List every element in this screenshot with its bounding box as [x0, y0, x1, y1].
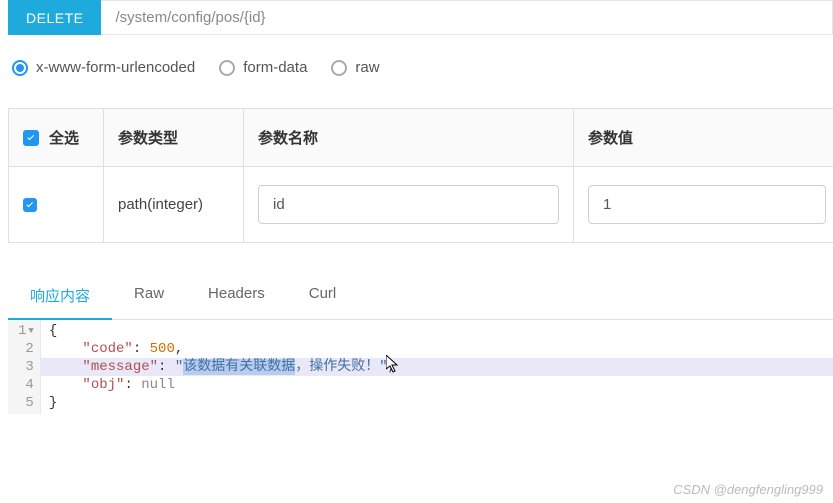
request-bar: DELETE	[8, 0, 833, 35]
code-body[interactable]: { "code": 500, "message": "该数据有关联数据，操作失败…	[41, 320, 833, 414]
radio-label: raw	[355, 59, 379, 76]
row-value-cell	[574, 167, 833, 242]
checkbox-icon[interactable]	[23, 198, 37, 212]
radio-icon	[12, 60, 28, 76]
row-name-cell	[244, 167, 574, 242]
radio-formdata[interactable]: form-data	[219, 59, 307, 76]
code-line[interactable]: "message": "该数据有关联数据，操作失败！",	[41, 358, 833, 376]
radio-urlencoded[interactable]: x-www-form-urlencoded	[12, 59, 195, 76]
header-select-all[interactable]: 全选	[9, 109, 104, 167]
tab-headers[interactable]: Headers	[186, 273, 287, 319]
param-name-input[interactable]	[258, 185, 559, 224]
gutter: 1▼2345	[8, 320, 41, 414]
radio-icon	[219, 60, 235, 76]
select-all-label: 全选	[49, 127, 79, 148]
tab-raw[interactable]: Raw	[112, 273, 186, 319]
method-badge[interactable]: DELETE	[8, 0, 101, 35]
table-row: path(integer)	[9, 167, 833, 242]
gutter-line: 5	[18, 394, 34, 412]
radio-icon	[331, 60, 347, 76]
params-header-row: 全选 参数类型 参数名称 参数值	[9, 109, 833, 167]
header-type: 参数类型	[104, 109, 244, 167]
gutter-line: 4	[18, 376, 34, 394]
code-line[interactable]: "code": 500,	[41, 340, 833, 358]
row-check-cell[interactable]	[9, 167, 104, 242]
row-type: path(integer)	[104, 167, 244, 242]
url-input[interactable]	[101, 0, 833, 35]
code-line[interactable]: {	[41, 322, 833, 340]
header-name: 参数名称	[244, 109, 574, 167]
tab-curl[interactable]: Curl	[287, 273, 359, 319]
tab-response-body[interactable]: 响应内容	[8, 273, 112, 320]
body-type-group: x-www-form-urlencoded form-data raw	[0, 51, 833, 84]
params-table: 全选 参数类型 参数名称 参数值 path(integer)	[8, 108, 833, 243]
gutter-line: 1▼	[18, 322, 34, 340]
checkbox-icon[interactable]	[23, 130, 39, 146]
response-editor[interactable]: 1▼2345 { "code": 500, "message": "该数据有关联…	[8, 320, 833, 414]
code-line[interactable]: "obj": null	[41, 376, 833, 394]
radio-label: form-data	[243, 59, 307, 76]
gutter-line: 2	[18, 340, 34, 358]
param-value-input[interactable]	[588, 185, 826, 224]
response-tabs: 响应内容 Raw Headers Curl	[8, 273, 833, 320]
gutter-line: 3	[18, 358, 34, 376]
radio-label: x-www-form-urlencoded	[36, 59, 195, 76]
fold-icon[interactable]: ▼	[28, 322, 33, 340]
header-value: 参数值	[574, 109, 833, 167]
watermark: CSDN @dengfengling999	[673, 482, 823, 497]
code-line[interactable]: }	[41, 394, 833, 412]
radio-raw[interactable]: raw	[331, 59, 379, 76]
